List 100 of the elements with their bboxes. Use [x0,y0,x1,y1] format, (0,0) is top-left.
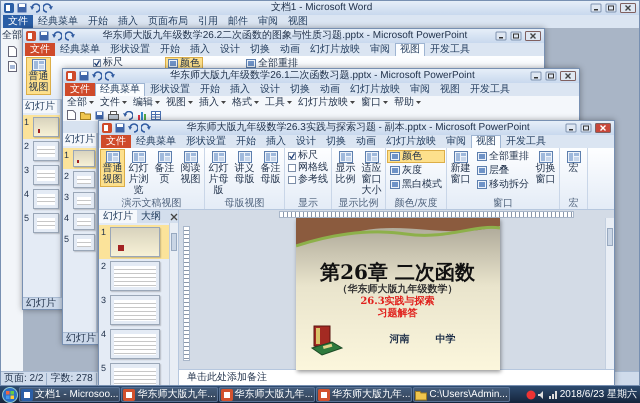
ribbon-tab[interactable]: 经典菜单 [95,83,145,96]
start-button[interactable] [2,386,18,402]
checkbox[interactable] [288,152,296,160]
undo-icon[interactable] [92,71,102,81]
bar-chart-icon[interactable] [137,110,147,120]
ribbon-tab[interactable]: 切换 [285,83,315,96]
checkbox[interactable] [288,164,296,172]
close-icon[interactable] [170,212,178,220]
scrollbar[interactable] [169,223,178,385]
slide-list-item[interactable]: 2 [99,259,169,293]
minimize-icon[interactable] [565,123,577,133]
redo-icon[interactable] [105,71,115,81]
ribbon-tab[interactable]: 插入 [185,43,215,56]
maximize-icon[interactable] [605,3,617,13]
menu-item[interactable]: 视图 [166,96,193,108]
close-icon[interactable] [525,31,541,41]
scrollbar[interactable] [605,218,614,369]
document-icon[interactable] [8,46,16,57]
maximize-icon[interactable] [580,123,592,133]
file-tab[interactable]: 文件 [101,135,131,148]
file-tab[interactable]: 文件 [65,83,95,96]
file-tab[interactable]: 文件 [3,15,33,28]
ribbon-button[interactable]: 幻灯片母版 [206,149,231,198]
notes-field[interactable]: 单击此处添加备注 [179,369,614,385]
ribbon-tab[interactable]: 审阅 [441,135,471,148]
printer-icon[interactable] [108,110,119,120]
slide-list-item[interactable]: 2 [23,139,60,163]
document-icon[interactable] [67,110,76,120]
document-icon[interactable] [8,61,16,72]
taskbar-button[interactable]: 华东师大版九年... [316,387,412,402]
ribbon-button[interactable]: 幻灯片浏览 [126,149,151,198]
ribbon-tab[interactable]: 形状设置 [181,135,231,148]
app-icon[interactable] [102,123,112,133]
slide-list-item[interactable]: 4 [99,327,169,361]
ribbon-button[interactable]: 备注母版 [258,149,283,187]
save-icon[interactable] [95,110,104,120]
slide-list-item[interactable]: 1 [63,148,96,169]
ribbon-button[interactable]: 黑白模式 [387,178,445,191]
menu-item[interactable]: 文件 [100,96,127,108]
ribbon-tab[interactable]: 切换 [321,135,351,148]
slide-list-item[interactable]: 4 [63,211,96,232]
ribbon-tab[interactable]: 插入 [113,15,143,28]
ribbon-tab[interactable]: 视图 [395,43,425,56]
slide-list-item[interactable]: 5 [99,361,169,385]
slide-list-item[interactable]: 1 [99,225,169,259]
ribbon-button[interactable]: 切换窗口 [533,149,558,187]
ribbon-tab[interactable]: 经典菜单 [131,135,181,148]
app-icon[interactable] [26,31,36,41]
ribbon-button[interactable]: 讲义母版 [232,149,257,187]
taskbar-button[interactable]: C:\Users\Admin... [413,387,510,402]
pane-tab[interactable]: 幻灯片 [99,210,137,223]
ribbon-tab[interactable]: 页面布局 [143,15,193,28]
menu-item[interactable]: 窗口 [361,96,388,108]
redo-icon[interactable] [141,123,151,133]
slide-list-item[interactable]: 1 [23,115,60,139]
maximize-icon[interactable] [545,71,557,81]
menu-item[interactable]: 帮助 [394,96,421,108]
save-icon[interactable] [39,31,49,41]
save-icon[interactable] [79,71,89,81]
menu-item[interactable]: 全部 [2,30,22,42]
close-icon[interactable] [620,3,636,13]
save-icon[interactable] [115,123,125,133]
undo-icon[interactable] [52,31,62,41]
network-icon[interactable] [548,390,558,400]
ribbon-tab[interactable]: 形状设置 [145,83,195,96]
ribbon-tab[interactable]: 引用 [193,15,223,28]
ribbon-tab[interactable]: 审阅 [405,83,435,96]
redo-icon[interactable] [65,31,75,41]
menu-item[interactable]: 工具 [265,96,292,108]
ribbon-button[interactable]: 备注页 [152,149,177,187]
ribbon-tab[interactable]: 幻灯片放映 [381,135,441,148]
ribbon-button[interactable]: 显示比例 [333,149,358,187]
tray-icon[interactable] [526,390,536,400]
ribbon-tab[interactable]: 切换 [245,43,275,56]
ribbon-tab[interactable]: 形状设置 [105,43,155,56]
ribbon-tab[interactable]: 设计 [215,43,245,56]
minimize-icon[interactable] [495,31,507,41]
close-icon[interactable] [560,71,576,81]
redo-icon[interactable] [43,3,53,13]
slide-list-item[interactable]: 4 [23,187,60,211]
ribbon-button[interactable]: 灰度 [387,164,445,177]
ribbon-button[interactable]: 移动拆分 [474,178,532,191]
file-tab[interactable]: 文件 [25,43,55,56]
menu-item[interactable]: 幻灯片放映 [298,96,355,108]
pane-tab[interactable]: 幻灯片 [63,133,96,146]
ribbon-tab[interactable]: 幻灯片放映 [305,43,365,56]
ribbon-button[interactable]: 适应窗口大小 [359,149,384,198]
menu-item[interactable]: 编辑 [133,96,160,108]
ribbon-tab[interactable]: 开始 [155,43,185,56]
slide-list-item[interactable]: 5 [63,232,96,253]
slide-list-item[interactable]: 3 [99,293,169,327]
ribbon-button[interactable]: 层叠 [474,164,532,177]
ribbon-tab[interactable]: 开发工具 [501,135,551,148]
ribbon-tab[interactable]: 审阅 [253,15,283,28]
ribbon-tab[interactable]: 开始 [195,83,225,96]
ribbon-tab[interactable]: 插入 [261,135,291,148]
checkbox[interactable] [93,58,101,66]
minimize-icon[interactable] [590,3,602,13]
ribbon-tab[interactable]: 开发工具 [425,43,475,56]
ribbon-button[interactable]: 宏 [561,149,586,176]
